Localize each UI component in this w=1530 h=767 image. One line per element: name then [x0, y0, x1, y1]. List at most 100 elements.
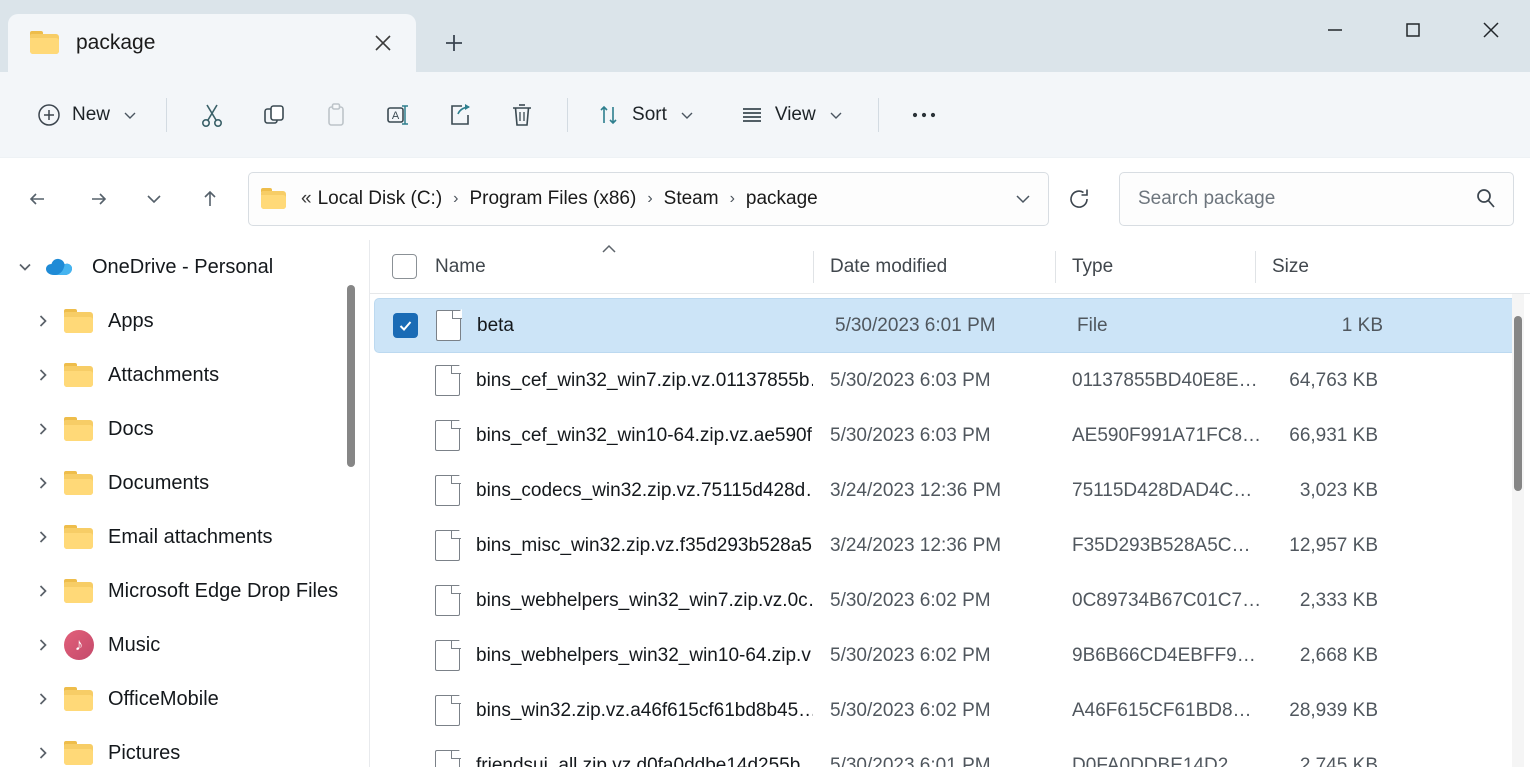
file-name: bins_win32.zip.vz.a46f615cf61bd8b45…: [476, 699, 813, 721]
type-cell: AE590F991A71FC8…: [1072, 424, 1262, 446]
sidebar-item-label: OneDrive - Personal: [92, 255, 274, 278]
forward-button[interactable]: [74, 175, 122, 223]
back-button[interactable]: [14, 175, 62, 223]
close-icon[interactable]: [366, 26, 400, 60]
chevron-right-icon[interactable]: [28, 522, 58, 552]
up-button[interactable]: [186, 175, 234, 223]
refresh-button[interactable]: [1053, 174, 1105, 224]
music-note-icon: ♪: [64, 630, 94, 660]
folder-icon: [64, 362, 94, 388]
delete-button[interactable]: [491, 90, 553, 140]
address-breadcrumb-bar[interactable]: « Local Disk (C:) › Program Files (x86) …: [248, 172, 1049, 226]
file-icon: [435, 749, 461, 767]
maximize-button[interactable]: [1374, 0, 1452, 60]
tab-package[interactable]: package: [8, 14, 416, 72]
sidebar-scrollbar-thumb[interactable]: [347, 285, 355, 467]
recent-locations-button[interactable]: [132, 175, 176, 223]
close-button[interactable]: [1452, 0, 1530, 60]
table-row[interactable]: bins_cef_win32_win7.zip.vz.01137855b… 5/…: [370, 353, 1530, 408]
new-button[interactable]: New: [22, 90, 152, 140]
search-icon[interactable]: [1473, 186, 1499, 212]
file-icon: [435, 639, 461, 671]
table-row[interactable]: beta 5/30/2023 6:01 PM File 1 KB: [374, 298, 1518, 353]
breadcrumb-item-3[interactable]: package: [742, 184, 822, 214]
file-icon: [435, 529, 461, 561]
sidebar-item-attachments[interactable]: Attachments: [4, 348, 359, 402]
table-row[interactable]: bins_misc_win32.zip.vz.f35d293b528a5… 3/…: [370, 518, 1530, 573]
column-header-date-modified[interactable]: Date modified: [813, 240, 1055, 294]
file-icon: [435, 584, 461, 616]
sidebar-item-music[interactable]: ♪ Music: [4, 618, 359, 672]
chevron-down-icon[interactable]: [1004, 179, 1042, 219]
sidebar-item-officemobile[interactable]: OfficeMobile: [4, 672, 359, 726]
row-checkbox[interactable]: [393, 313, 418, 338]
file-name-cell: bins_misc_win32.zip.vz.f35d293b528a5…: [370, 518, 813, 573]
search-input[interactable]: Search package: [1119, 172, 1514, 226]
file-icon: [435, 419, 461, 451]
chevron-right-icon[interactable]: [28, 468, 58, 498]
copy-button[interactable]: [243, 90, 305, 140]
file-rows: beta 5/30/2023 6:01 PM File 1 KB bins_ce…: [370, 294, 1530, 767]
table-row[interactable]: bins_webhelpers_win32_win7.zip.vz.0c… 5/…: [370, 573, 1530, 628]
sidebar-item-docs[interactable]: Docs: [4, 402, 359, 456]
sidebar-item-label: Documents: [108, 471, 210, 494]
minimize-button[interactable]: [1296, 0, 1374, 60]
column-header-size[interactable]: Size: [1255, 240, 1392, 294]
table-row[interactable]: bins_win32.zip.vz.a46f615cf61bd8b45… 5/3…: [370, 683, 1530, 738]
file-name: bins_webhelpers_win32_win10-64.zip.v…: [476, 644, 813, 666]
rename-icon: A: [384, 101, 412, 129]
chevron-right-icon[interactable]: [28, 414, 58, 444]
type-cell: D0FA0DDBE14D2…: [1072, 754, 1248, 767]
file-name-cell: bins_cef_win32_win10-64.zip.vz.ae590f…: [370, 408, 813, 463]
chevron-right-icon[interactable]: [28, 684, 58, 714]
breadcrumb-item-1[interactable]: Program Files (x86): [465, 184, 640, 214]
breadcrumb-separator: ›: [647, 190, 653, 207]
sidebar-item-apps[interactable]: Apps: [4, 294, 359, 348]
size-cell: 2,745 KB: [1299, 754, 1378, 767]
file-list-scrollbar[interactable]: [1512, 294, 1524, 767]
column-header-type[interactable]: Type: [1055, 240, 1255, 294]
sidebar-scrollbar[interactable]: [346, 240, 356, 767]
sort-ascending-icon: [598, 242, 620, 261]
see-more-button[interactable]: [893, 90, 955, 140]
sort-button[interactable]: Sort: [582, 90, 709, 140]
navigation-pane: OneDrive - Personal Apps Attachments Doc…: [0, 240, 370, 767]
chevron-right-icon[interactable]: [28, 360, 58, 390]
folder-icon: [261, 188, 287, 210]
sidebar-item-label: Apps: [108, 309, 154, 332]
file-name: bins_codecs_win32.zip.vz.75115d428d…: [476, 479, 813, 501]
table-row[interactable]: bins_webhelpers_win32_win10-64.zip.v… 5/…: [370, 628, 1530, 683]
chevron-down-icon: [679, 107, 695, 123]
view-button[interactable]: View: [725, 90, 858, 140]
sidebar-item-onedrive-personal[interactable]: OneDrive - Personal: [4, 240, 359, 294]
sidebar-item-microsoft-edge-drop-files[interactable]: Microsoft Edge Drop Files: [4, 564, 359, 618]
sidebar-item-email-attachments[interactable]: Email attachments: [4, 510, 359, 564]
chevron-down-icon[interactable]: [10, 252, 40, 282]
date-modified-cell: 5/30/2023 6:02 PM: [830, 699, 991, 721]
table-row[interactable]: bins_cef_win32_win10-64.zip.vz.ae590f… 5…: [370, 408, 1530, 463]
cut-button[interactable]: [181, 90, 243, 140]
share-button[interactable]: [429, 90, 491, 140]
rename-button[interactable]: A: [367, 90, 429, 140]
folder-icon: [64, 416, 94, 442]
breadcrumb-item-0[interactable]: Local Disk (C:): [314, 184, 447, 214]
column-header-name[interactable]: Name: [370, 240, 813, 294]
file-list-scrollbar-thumb[interactable]: [1514, 316, 1522, 491]
chevron-right-icon[interactable]: [28, 738, 58, 767]
file-name-cell: bins_cef_win32_win7.zip.vz.01137855b…: [370, 353, 813, 408]
sort-button-label: Sort: [632, 103, 667, 125]
size-cell: 64,763 KB: [1289, 369, 1378, 391]
chevron-right-icon[interactable]: [28, 576, 58, 606]
sidebar-item-pictures[interactable]: Pictures: [4, 726, 359, 767]
chevron-right-icon[interactable]: [28, 630, 58, 660]
new-tab-button[interactable]: [430, 19, 478, 67]
sidebar-item-documents[interactable]: Documents: [4, 456, 359, 510]
select-all-checkbox[interactable]: [392, 254, 417, 279]
new-button-label: New: [72, 103, 111, 125]
breadcrumb-overflow[interactable]: «: [297, 184, 314, 214]
breadcrumb-item-2[interactable]: Steam: [660, 184, 723, 214]
table-row[interactable]: bins_codecs_win32.zip.vz.75115d428d… 3/2…: [370, 463, 1530, 518]
chevron-right-icon[interactable]: [28, 306, 58, 336]
title-bar: package: [0, 0, 1530, 72]
table-row[interactable]: friendsui_all.zip.vz.d0fa0ddbe14d255b… 5…: [370, 738, 1530, 767]
